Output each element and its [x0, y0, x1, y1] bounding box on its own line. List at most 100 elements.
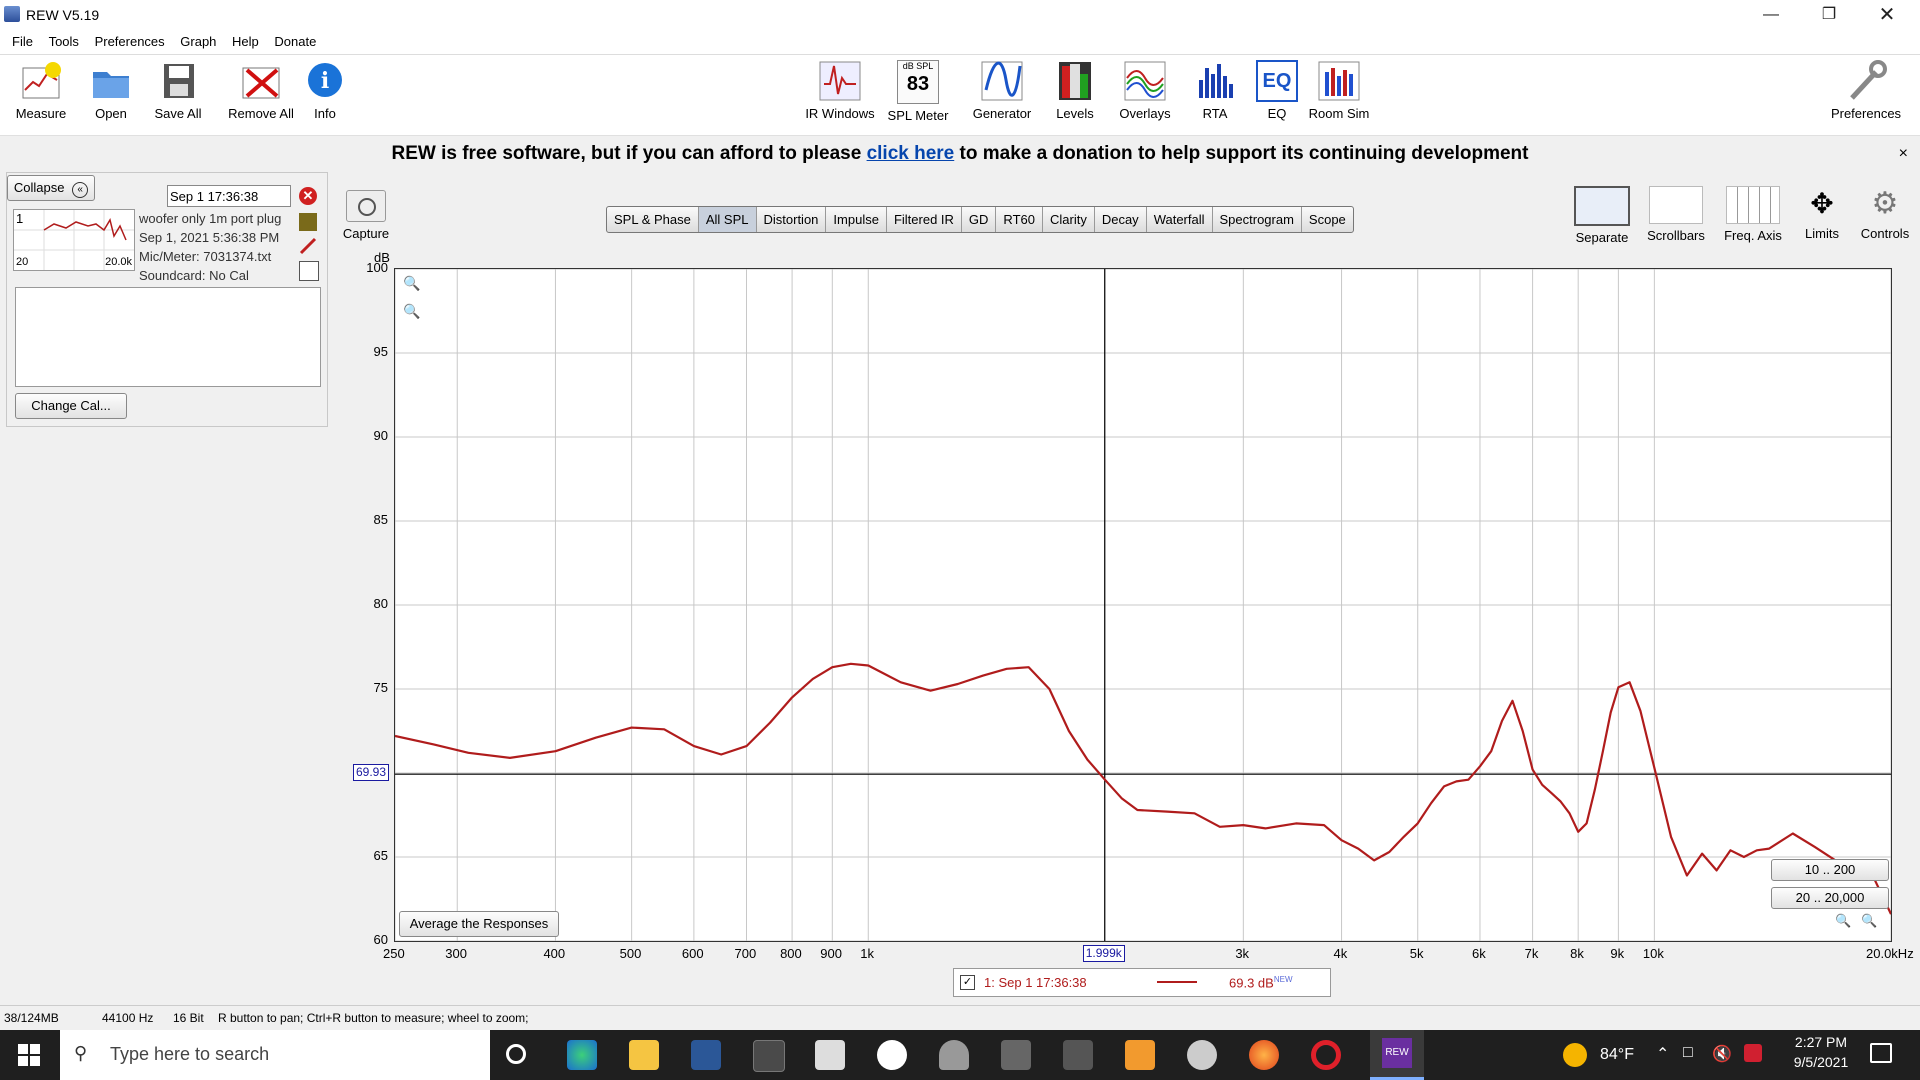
pencil-icon[interactable]	[299, 237, 317, 255]
ir-windows-button[interactable]: IR Windows	[800, 60, 880, 121]
opera-icon[interactable]	[1311, 1040, 1341, 1070]
delete-measurement-icon[interactable]: ✕	[299, 187, 317, 205]
restore-icon[interactable]: ❐	[1800, 0, 1858, 30]
volume-muted-icon[interactable]: 🔇	[1712, 1044, 1732, 1064]
tab-distortion[interactable]: Distortion	[757, 207, 827, 232]
edge-icon[interactable]	[567, 1040, 597, 1070]
disc-app-icon[interactable]	[1187, 1040, 1217, 1070]
menu-file[interactable]: File	[12, 30, 33, 54]
zoom-in-icon[interactable]: 🔍	[403, 275, 420, 292]
tab-rt60[interactable]: RT60	[996, 207, 1043, 232]
zoom-out-x-icon[interactable]: 🔍	[1861, 913, 1877, 929]
legend-line-swatch	[1157, 981, 1197, 983]
tab-scope[interactable]: Scope	[1302, 207, 1353, 232]
rew-taskbar-button[interactable]: REW	[1370, 1030, 1424, 1080]
x-tick-label: 10k	[1642, 946, 1664, 961]
measurement-thumbnail[interactable]: 1 20 20.0k	[13, 209, 135, 271]
y-tick-label: 75	[373, 680, 388, 695]
info-button[interactable]: i Info	[286, 60, 364, 121]
green-app-icon[interactable]	[877, 1040, 907, 1070]
word-icon[interactable]	[691, 1040, 721, 1070]
tray-app-icon[interactable]	[1744, 1044, 1762, 1062]
separate-icon	[1574, 186, 1630, 226]
app-icon-gray[interactable]	[1063, 1040, 1093, 1070]
tab-clarity[interactable]: Clarity	[1043, 207, 1095, 232]
save-all-button[interactable]: Save All	[139, 60, 217, 121]
measure-button[interactable]: Measure	[2, 60, 80, 121]
controls-button[interactable]: ⚙ Controls	[1856, 186, 1914, 241]
limits-arrows-icon: ✥	[1810, 188, 1834, 219]
menu-help[interactable]: Help	[232, 30, 259, 54]
collapse-button[interactable]: Collapse «	[7, 175, 95, 201]
notifications-icon[interactable]	[1870, 1043, 1892, 1063]
calculator-icon[interactable]	[815, 1040, 845, 1070]
x-tick-label: 8k	[1570, 946, 1584, 961]
firefox-icon[interactable]	[1249, 1040, 1279, 1070]
tab-decay[interactable]: Decay	[1095, 207, 1147, 232]
levels-button[interactable]: Levels	[1036, 60, 1114, 121]
notes-icon[interactable]	[299, 261, 319, 281]
preferences-button[interactable]: Preferences	[1820, 60, 1912, 121]
menu-donate[interactable]: Donate	[274, 30, 316, 54]
spl-graph[interactable]: 🔍 🔍 Average the Responses 10 .. 200 20 .…	[394, 268, 1892, 942]
windows-start-icon[interactable]	[18, 1044, 40, 1066]
generator-button[interactable]: Generator	[963, 60, 1041, 121]
ir-windows-icon	[818, 60, 862, 102]
tab-spectrogram[interactable]: Spectrogram	[1213, 207, 1302, 232]
tab-all-spl[interactable]: All SPL	[698, 207, 757, 232]
tab-filtered-ir[interactable]: Filtered IR	[887, 207, 962, 232]
tray-chevron-icon[interactable]: ⌃	[1656, 1044, 1669, 1064]
change-cal-button[interactable]: Change Cal...	[15, 393, 127, 419]
rta-icon	[1193, 60, 1237, 102]
tab-impulse[interactable]: Impulse	[826, 207, 887, 232]
x-tick-label: 250	[383, 946, 405, 961]
tab-gd[interactable]: GD	[962, 207, 997, 232]
tab-spl-phase[interactable]: SPL & Phase	[607, 207, 699, 232]
overlays-button[interactable]: Overlays	[1106, 60, 1184, 121]
capture-button[interactable]: Capture	[340, 190, 392, 241]
menu-preferences[interactable]: Preferences	[95, 30, 165, 54]
menu-graph[interactable]: Graph	[180, 30, 216, 54]
taskbar-clock[interactable]: 2:27 PM 9/5/2021	[1776, 1034, 1866, 1070]
x-tick-label: 700	[734, 946, 757, 961]
camera-icon	[346, 190, 386, 222]
video-editor-icon[interactable]	[1001, 1040, 1031, 1070]
zoom-in-x-icon[interactable]: 🔍	[1835, 913, 1851, 929]
average-responses-button[interactable]: Average the Responses	[399, 911, 559, 937]
x-tick-label: 5k	[1409, 946, 1424, 961]
search-icon: ⚲	[74, 1043, 88, 1063]
separate-button[interactable]: Separate	[1570, 186, 1634, 245]
measurement-color-icon[interactable]	[299, 213, 317, 231]
minimize-icon[interactable]: —	[1742, 0, 1800, 30]
limits-button[interactable]: ✥ Limits	[1796, 186, 1848, 241]
x-tick-label: 7k	[1524, 946, 1539, 961]
menu-tools[interactable]: Tools	[49, 30, 79, 54]
graph-tabs: SPL & Phase All SPL Distortion Impulse F…	[606, 206, 1354, 233]
range-20-20000-button[interactable]: 20 .. 20,000	[1771, 887, 1889, 909]
cortana-icon[interactable]	[506, 1044, 526, 1064]
x-tick-label: 800	[780, 946, 802, 961]
scope-app-icon[interactable]	[753, 1040, 785, 1072]
weather-temp[interactable]: 84°F	[1600, 1046, 1634, 1064]
network-app-icon[interactable]	[939, 1040, 969, 1070]
room-sim-button[interactable]: Room Sim	[1298, 60, 1380, 121]
file-explorer-icon[interactable]	[629, 1040, 659, 1070]
media-player-icon[interactable]	[1125, 1040, 1155, 1070]
tab-waterfall[interactable]: Waterfall	[1147, 207, 1213, 232]
generator-icon	[980, 60, 1024, 102]
close-icon[interactable]: ✕	[1858, 0, 1916, 30]
donation-link[interactable]: click here	[867, 143, 955, 164]
notes-area[interactable]	[15, 287, 321, 387]
freq-axis-button[interactable]: Freq. Axis	[1716, 186, 1790, 243]
range-10-200-button[interactable]: 10 .. 200	[1771, 859, 1889, 881]
zoom-out-icon[interactable]: 🔍	[403, 303, 420, 320]
banner-close-icon[interactable]: ×	[1899, 136, 1908, 172]
x-tick-label: 600	[681, 946, 704, 961]
taskbar-search[interactable]: ⚲ Type here to search	[60, 1030, 490, 1080]
network-icon[interactable]: □	[1683, 1044, 1693, 1062]
legend-checkbox[interactable]: ✓	[960, 975, 975, 990]
spl-meter-button[interactable]: dB SPL 83 SPL Meter	[880, 60, 956, 123]
scrollbars-button[interactable]: Scrollbars	[1640, 186, 1712, 243]
donation-banner: REW is free software, but if you can aff…	[0, 136, 1920, 172]
measurement-name-input[interactable]	[167, 185, 291, 207]
